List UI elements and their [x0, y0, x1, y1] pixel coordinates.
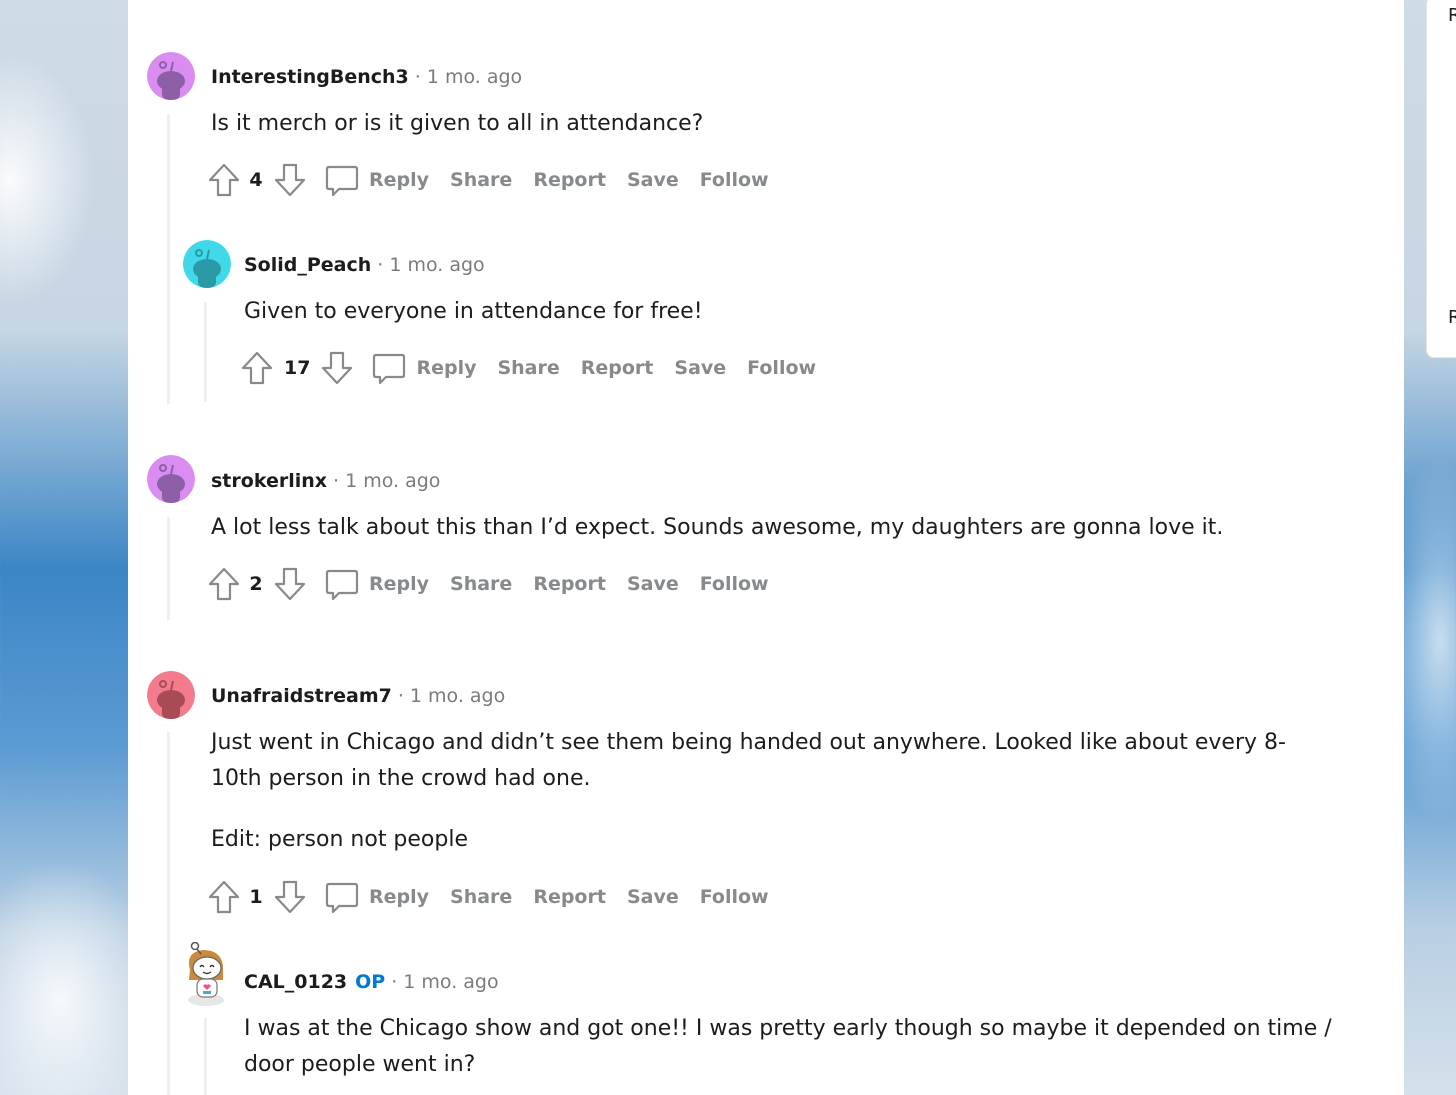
upvote-icon[interactable]	[207, 162, 241, 198]
timestamp[interactable]: 1 mo. ago	[427, 66, 522, 88]
comment-meta: CAL_0123 OP · 1 mo. ago	[244, 970, 499, 994]
snoo-avatar-icon	[147, 52, 195, 100]
reply-button[interactable]: Reply	[369, 886, 429, 908]
reply-button[interactable]: Reply	[369, 573, 429, 595]
comment-text: Is it merch or is it given to all in att…	[211, 111, 704, 136]
username[interactable]: CAL_0123	[244, 971, 347, 993]
comment-text: I was at the Chicago show and got one!! …	[244, 1016, 1332, 1077]
meta-separator: ·	[377, 254, 384, 276]
share-button[interactable]: Share	[450, 169, 512, 191]
follow-button[interactable]: Follow	[747, 357, 816, 379]
comment-body: A lot less talk about this than I’d expe…	[211, 510, 1341, 546]
sidebar-text-2: R	[1448, 307, 1456, 328]
timestamp[interactable]: 1 mo. ago	[410, 685, 505, 707]
save-button[interactable]: Save	[627, 169, 679, 191]
user-avatar[interactable]	[147, 455, 195, 503]
meta-separator: ·	[391, 971, 398, 993]
timestamp[interactable]: 1 mo. ago	[345, 470, 440, 492]
sidebar-text-1: R	[1448, 5, 1456, 26]
share-button[interactable]: Share	[450, 573, 512, 595]
meta-separator: ·	[414, 66, 421, 88]
follow-button[interactable]: Follow	[700, 573, 769, 595]
thread-line-c4[interactable]	[204, 1018, 207, 1095]
snoo-avatar-icon	[183, 240, 231, 288]
comment-bubble-icon[interactable]	[325, 162, 359, 198]
save-button[interactable]: Save	[627, 886, 679, 908]
follow-button[interactable]: Follow	[700, 169, 769, 191]
username[interactable]: InterestingBench3	[211, 66, 409, 88]
share-button[interactable]: Share	[497, 357, 559, 379]
report-button[interactable]: Report	[581, 357, 654, 379]
share-button[interactable]: Share	[450, 886, 512, 908]
user-avatar[interactable]	[147, 52, 195, 100]
username[interactable]: Unafraidstream7	[211, 685, 392, 707]
report-button[interactable]: Report	[533, 886, 606, 908]
comment-body: Is it merch or is it given to all in att…	[211, 106, 1341, 142]
report-button[interactable]: Report	[533, 573, 606, 595]
comment-text: Just went in Chicago and didn’t see them…	[211, 730, 1286, 791]
timestamp[interactable]: 1 mo. ago	[389, 254, 484, 276]
username[interactable]: strokerlinx	[211, 470, 327, 492]
vote-score: 4	[249, 169, 263, 191]
reply-button[interactable]: Reply	[416, 357, 476, 379]
comment-actions: 1 Reply Share Report Save Follow	[207, 877, 769, 917]
comment-actions: 4 Reply Share Report Save Follow	[207, 160, 769, 200]
comment-body: Given to everyone in attendance for free…	[244, 294, 1344, 330]
user-avatar[interactable]	[147, 671, 195, 719]
comment-text: Edit: person not people	[211, 827, 469, 852]
save-button[interactable]: Save	[627, 573, 679, 595]
thread-line-c2[interactable]	[167, 517, 170, 620]
custom-snoo-avatar-icon	[188, 942, 224, 1006]
snoo-avatar-icon	[147, 671, 195, 719]
upvote-icon[interactable]	[240, 350, 274, 386]
comment-text: A lot less talk about this than I’d expe…	[211, 515, 1224, 540]
meta-separator: ·	[333, 470, 340, 492]
meta-separator: ·	[397, 685, 404, 707]
timestamp[interactable]: 1 mo. ago	[403, 971, 498, 993]
comment-bubble-icon[interactable]	[372, 350, 406, 386]
user-avatar[interactable]	[181, 942, 231, 1006]
comment-meta: strokerlinx · 1 mo. ago	[211, 469, 440, 493]
follow-button[interactable]: Follow	[700, 886, 769, 908]
comment-meta: Unafraidstream7 · 1 mo. ago	[211, 684, 505, 708]
comment-meta: InterestingBench3 · 1 mo. ago	[211, 65, 522, 89]
downvote-icon[interactable]	[320, 350, 354, 386]
upvote-icon[interactable]	[207, 879, 241, 915]
upvote-icon[interactable]	[207, 566, 241, 602]
comment-text: Given to everyone in attendance for free…	[244, 299, 703, 324]
reply-button[interactable]: Reply	[369, 169, 429, 191]
vote-score: 1	[249, 886, 263, 908]
report-button[interactable]: Report	[533, 169, 606, 191]
vote-score: 17	[284, 357, 311, 379]
op-badge: OP	[355, 971, 386, 993]
comment-actions: 17 Reply Share Report Save Follow	[240, 348, 816, 388]
comment-bubble-icon[interactable]	[325, 879, 359, 915]
downvote-icon[interactable]	[273, 879, 307, 915]
snoo-avatar-icon	[147, 455, 195, 503]
thread-line-c1[interactable]	[204, 302, 207, 402]
vote-score: 2	[249, 573, 263, 595]
downvote-icon[interactable]	[273, 566, 307, 602]
user-avatar[interactable]	[183, 240, 231, 288]
save-button[interactable]: Save	[674, 357, 726, 379]
downvote-icon[interactable]	[273, 162, 307, 198]
comment-body: Just went in Chicago and didn’t see them…	[211, 725, 1331, 858]
comment-body: I was at the Chicago show and got one!! …	[244, 1011, 1354, 1083]
comment-meta: Solid_Peach · 1 mo. ago	[244, 253, 485, 277]
comment-actions: 2 Reply Share Report Save Follow	[207, 564, 769, 604]
sidebar-card: R R	[1426, 0, 1456, 358]
comment-bubble-icon[interactable]	[325, 566, 359, 602]
thread-line-c3[interactable]	[167, 732, 170, 1095]
thread-line-c0[interactable]	[167, 114, 170, 404]
username[interactable]: Solid_Peach	[244, 254, 371, 276]
